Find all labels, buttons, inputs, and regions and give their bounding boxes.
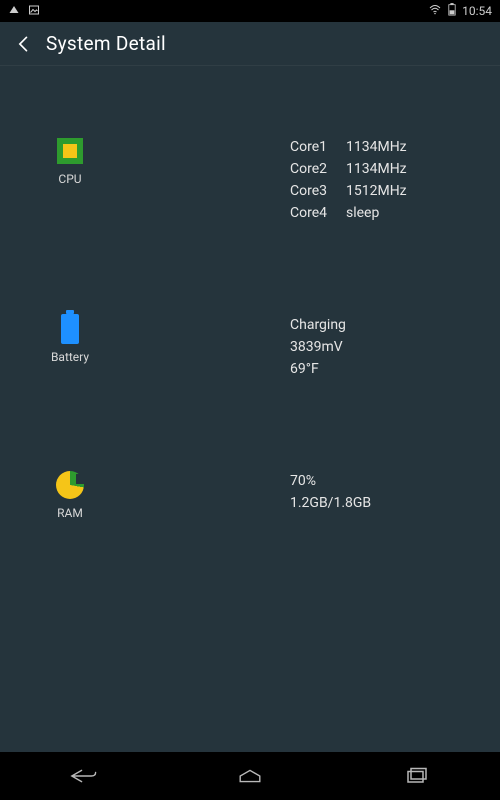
battery-line: 3839mV bbox=[290, 336, 500, 358]
cpu-core-value: 1134MHz bbox=[346, 158, 407, 180]
battery-data: Charging 3839mV 69°F bbox=[290, 314, 500, 380]
notification-icon bbox=[8, 4, 20, 19]
cpu-core-name: Core2 bbox=[290, 158, 336, 180]
status-time: 10:54 bbox=[462, 4, 492, 18]
app-header: System Detail bbox=[0, 22, 500, 66]
cpu-data: Core1 1134MHz Core2 1134MHz Core3 1512MH… bbox=[290, 136, 500, 224]
nav-recents-button[interactable] bbox=[397, 762, 437, 790]
cpu-label: CPU bbox=[58, 172, 81, 186]
cpu-section: CPU Core1 1134MHz Core2 1134MHz Core3 15… bbox=[0, 136, 500, 224]
ram-label: RAM bbox=[57, 506, 83, 520]
android-nav-bar bbox=[0, 752, 500, 800]
cpu-core-row: Core2 1134MHz bbox=[290, 158, 500, 180]
ram-icon bbox=[55, 470, 85, 500]
cpu-core-name: Core4 bbox=[290, 202, 336, 224]
cpu-core-row: Core1 1134MHz bbox=[290, 136, 500, 158]
page-title: System Detail bbox=[46, 32, 166, 55]
nav-back-button[interactable] bbox=[63, 762, 103, 790]
cpu-icon bbox=[55, 136, 85, 166]
status-bar: 10:54 bbox=[0, 0, 500, 22]
wifi-icon bbox=[428, 4, 442, 19]
battery-line: Charging bbox=[290, 314, 500, 336]
cpu-core-value: 1134MHz bbox=[346, 136, 407, 158]
battery-section: Battery Charging 3839mV 69°F bbox=[0, 314, 500, 380]
image-icon bbox=[28, 4, 40, 19]
back-button[interactable] bbox=[12, 32, 36, 56]
nav-home-button[interactable] bbox=[230, 762, 270, 790]
ram-line: 70% bbox=[290, 470, 500, 492]
cpu-core-value: 1512MHz bbox=[346, 180, 407, 202]
ram-section: RAM 70% 1.2GB/1.8GB bbox=[0, 470, 500, 520]
cpu-core-row: Core3 1512MHz bbox=[290, 180, 500, 202]
battery-status-icon bbox=[448, 3, 456, 19]
battery-line: 69°F bbox=[290, 358, 500, 380]
ram-line: 1.2GB/1.8GB bbox=[290, 492, 500, 514]
cpu-core-name: Core1 bbox=[290, 136, 336, 158]
ram-data: 70% 1.2GB/1.8GB bbox=[290, 470, 500, 514]
cpu-core-row: Core4 sleep bbox=[290, 202, 500, 224]
cpu-core-value: sleep bbox=[346, 202, 379, 224]
content-area: CPU Core1 1134MHz Core2 1134MHz Core3 15… bbox=[0, 66, 500, 752]
battery-icon bbox=[55, 314, 85, 344]
battery-label: Battery bbox=[51, 350, 89, 364]
cpu-core-name: Core3 bbox=[290, 180, 336, 202]
